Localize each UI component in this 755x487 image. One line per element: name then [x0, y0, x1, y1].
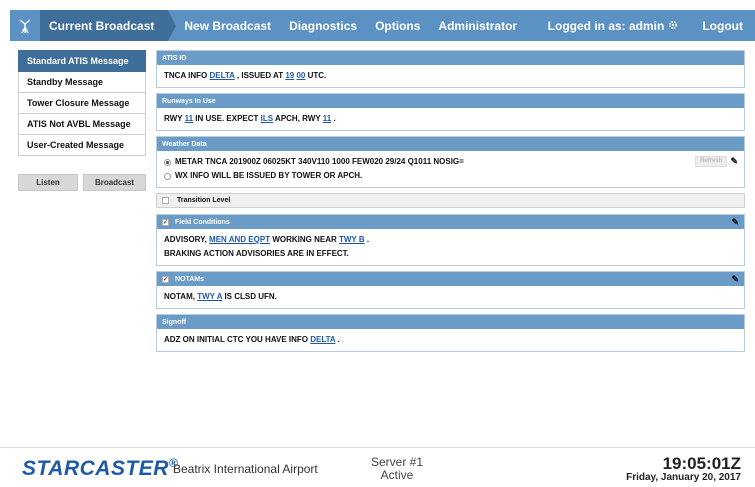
- atis-letter-link[interactable]: DELTA: [310, 335, 335, 344]
- condition-link[interactable]: MEN AND EQPT: [209, 235, 270, 244]
- brand-name: STARCASTER: [22, 457, 169, 480]
- tab-new-broadcast[interactable]: New Broadcast: [168, 10, 281, 41]
- top-nav-bar: Current Broadcast New Broadcast Diagnost…: [10, 10, 755, 41]
- logged-in-label: Logged in as: admin: [547, 18, 665, 33]
- radio-unselected[interactable]: [164, 172, 171, 180]
- utc-clock: 19:05:01Z: [662, 454, 741, 473]
- wx-option[interactable]: WX INFO WILL BE ISSUED BY TOWER OR APCH.: [164, 169, 737, 183]
- message-type-menu: Standard ATIS Message Standby Message To…: [18, 50, 146, 156]
- radio-selected[interactable]: [164, 158, 171, 166]
- logout-link[interactable]: Logout: [688, 19, 755, 33]
- weather-panel: Weather Data METAR TNCA 201900Z 06025KT …: [156, 136, 745, 188]
- panel-header: Runways In Use: [157, 94, 744, 108]
- panel-body: ADZ ON INITIAL CTC YOU HAVE INFO DELTA .: [157, 329, 744, 351]
- metar-text: METAR TNCA 201900Z 06025KT 340V110 1000 …: [175, 157, 464, 166]
- tab-administrator[interactable]: Administrator: [429, 10, 526, 41]
- menu-atis-not-avbl[interactable]: ATIS Not AVBL Message: [18, 114, 146, 135]
- text: UTC.: [305, 71, 327, 80]
- notams-panel: ✓ NOTAMs ✎ NOTAM, TWY A IS CLSD UFN.: [156, 271, 745, 309]
- checkbox-checked[interactable]: ✓: [162, 275, 169, 283]
- panel-header: ATIS ID: [157, 51, 744, 65]
- text: , ISSUED AT: [234, 71, 286, 80]
- panel-header: ✓ Field Conditions ✎: [157, 215, 744, 229]
- text: IN USE. EXPECT: [193, 114, 261, 123]
- taxiway-link[interactable]: TWY A: [197, 292, 222, 301]
- runways-panel: Runways In Use RWY 11 IN USE. EXPECT ILS…: [156, 93, 745, 131]
- menu-tower-closure[interactable]: Tower Closure Message: [18, 93, 146, 114]
- text: NOTAM,: [164, 292, 198, 301]
- server-status: Server #1 Active: [362, 456, 432, 482]
- text: WORKING NEAR: [270, 235, 339, 244]
- pencil-icon[interactable]: ✎: [731, 217, 739, 228]
- text: .: [364, 235, 370, 244]
- panel-body: METAR TNCA 201900Z 06025KT 340V110 1000 …: [157, 151, 744, 187]
- field-line-1: ADVISORY, MEN AND EQPT WORKING NEAR TWY …: [164, 233, 737, 247]
- panel-body: NOTAM, TWY A IS CLSD UFN.: [157, 286, 744, 308]
- field-conditions-panel: ✓ Field Conditions ✎ ADVISORY, MEN AND E…: [156, 214, 745, 266]
- panel-body: RWY 11 IN USE. EXPECT ILS APCH, RWY 11 .: [157, 108, 744, 130]
- panel-body: ADVISORY, MEN AND EQPT WORKING NEAR TWY …: [157, 229, 744, 265]
- status-footer: STARCASTER® Beatrix International Airpor…: [0, 447, 755, 487]
- transition-level-toggle[interactable]: Transition Level: [156, 193, 745, 208]
- tab-current-broadcast[interactable]: Current Broadcast: [40, 10, 177, 41]
- panel-body: TNCA INFO DELTA , ISSUED AT 19 00 UTC.: [157, 65, 744, 87]
- menu-standard-atis[interactable]: Standard ATIS Message: [18, 50, 146, 72]
- metar-option[interactable]: METAR TNCA 201900Z 06025KT 340V110 1000 …: [164, 155, 737, 169]
- pencil-icon[interactable]: ✎: [730, 154, 738, 168]
- transition-label: Transition Level: [177, 197, 231, 204]
- gear-icon[interactable]: [668, 19, 678, 33]
- atis-id-panel: ATIS ID TNCA INFO DELTA , ISSUED AT 19 0…: [156, 50, 745, 88]
- broadcast-button[interactable]: Broadcast: [83, 174, 146, 191]
- text: TNCA INFO: [164, 71, 210, 80]
- refresh-controls: Refresh ✎: [695, 154, 738, 168]
- menu-standby[interactable]: Standby Message: [18, 72, 146, 93]
- text: ADVISORY,: [164, 235, 210, 244]
- field-line-2: BRAKING ACTION ADVISORIES ARE IN EFFECT.: [164, 249, 349, 258]
- panel-header: ✓ NOTAMs ✎: [157, 272, 744, 286]
- logged-in-user[interactable]: Logged in as: admin: [538, 19, 689, 33]
- tab-diagnostics[interactable]: Diagnostics: [280, 10, 366, 41]
- runway-link[interactable]: 11: [323, 114, 331, 123]
- text: ADZ ON INITIAL CTC YOU HAVE INFO: [164, 335, 311, 344]
- action-buttons: Listen Broadcast: [18, 174, 146, 191]
- text: APCH, RWY: [273, 114, 323, 123]
- approach-link[interactable]: ILS: [261, 114, 273, 123]
- text: .: [335, 335, 340, 344]
- menu-user-created[interactable]: User-Created Message: [18, 135, 146, 156]
- atis-letter-link[interactable]: DELTA: [209, 71, 234, 80]
- hour-link[interactable]: 19: [285, 71, 294, 80]
- tab-options[interactable]: Options: [366, 10, 429, 41]
- wx-text: WX INFO WILL BE ISSUED BY TOWER OR APCH.: [175, 171, 363, 180]
- refresh-button[interactable]: Refresh: [695, 155, 728, 167]
- checkbox-checked[interactable]: ✓: [162, 218, 169, 226]
- text: RWY: [164, 114, 185, 123]
- panel-header: Weather Data: [157, 137, 744, 151]
- server-state: Active: [380, 468, 414, 482]
- signoff-panel: Signoff ADZ ON INITIAL CTC YOU HAVE INFO…: [156, 314, 745, 352]
- listen-button[interactable]: Listen: [18, 174, 78, 191]
- starcaster-logo: STARCASTER®: [22, 456, 178, 481]
- airport-name: Beatrix International Airport: [173, 462, 318, 476]
- current-date: Friday, January 20, 2017: [626, 472, 741, 483]
- panel-title: Field Conditions: [175, 218, 230, 226]
- text: IS CLSD UFN.: [222, 292, 277, 301]
- panel-title: NOTAMs: [175, 275, 205, 283]
- runway-link[interactable]: 11: [185, 114, 193, 123]
- panel-header: Signoff: [157, 315, 744, 329]
- taxiway-link[interactable]: TWY B: [339, 235, 365, 244]
- pencil-icon[interactable]: ✎: [731, 274, 739, 285]
- message-editor: ATIS ID TNCA INFO DELTA , ISSUED AT 19 0…: [156, 50, 745, 357]
- text: .: [331, 114, 336, 123]
- checkbox-unchecked[interactable]: [162, 197, 169, 204]
- antenna-icon[interactable]: [10, 10, 40, 41]
